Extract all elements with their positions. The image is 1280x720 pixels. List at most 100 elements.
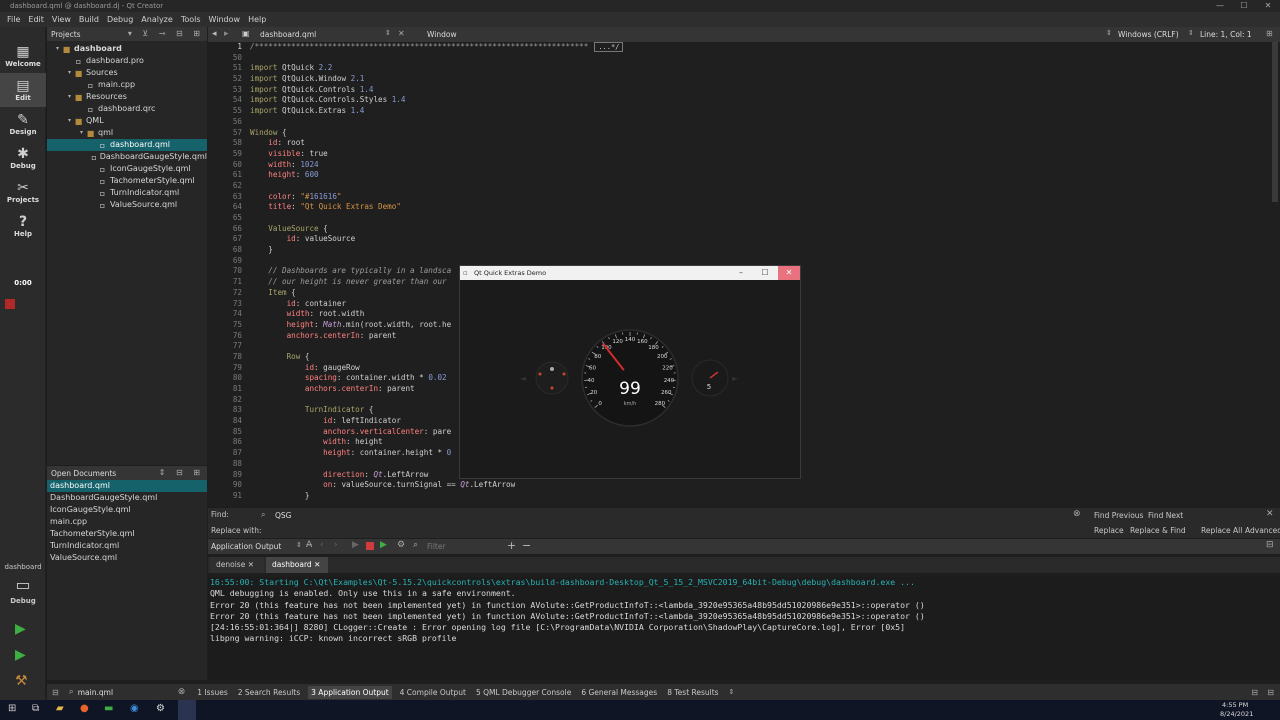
forward-icon[interactable]: ▸	[224, 29, 229, 39]
progress-toggle-icon[interactable]: ⊟	[1267, 688, 1274, 697]
build-icon[interactable]: ⚒	[15, 673, 28, 689]
app-title-bar[interactable]: ▫ Qt Quick Extras Demo – ☐ ✕	[460, 266, 800, 280]
rerun-icon[interactable]: ▶	[352, 540, 359, 550]
projects-toolbar-icons[interactable]: ▾ ⊻ ⊸ ⊟ ⊞	[128, 27, 204, 41]
tree-item[interactable]: ▫ TurnIndicator.qml	[47, 187, 207, 199]
application-output[interactable]: 16:55:00: Starting C:\Qt\Examples\Qt-5.1…	[208, 577, 1280, 681]
start-icon[interactable]: ⊞	[8, 703, 16, 714]
close-file-icon[interactable]: ✕	[398, 29, 405, 38]
qtcreator-task-icon[interactable]: ▬	[104, 703, 113, 714]
output-pane-toggle-icon[interactable]: ⊟	[1251, 688, 1258, 697]
tree-item[interactable]: ▫ IconGaugeStyle.qml	[47, 163, 207, 175]
active-app-icon[interactable]	[178, 700, 196, 720]
menu-debug[interactable]: Debug	[103, 15, 137, 24]
wrap-icon[interactable]: A̶	[306, 540, 312, 550]
tree-item[interactable]: ▫ dashboard.qrc	[47, 103, 207, 115]
open-document-item[interactable]: main.cpp	[47, 516, 207, 528]
output-combo-arrow-icon[interactable]: ⇕	[296, 541, 302, 549]
tree-item[interactable]: ▾ ■ dashboard	[47, 43, 207, 55]
status-tab-compile-output[interactable]: 4 Compile Output	[400, 688, 466, 697]
tree-item[interactable]: ▫ dashboard.pro	[47, 55, 207, 67]
chrome-icon[interactable]: ◉	[130, 703, 139, 714]
tree-item[interactable]: ▾ ■ Resources	[47, 91, 207, 103]
position-arrow-icon[interactable]: ⇕	[1188, 29, 1194, 37]
settings-icon[interactable]: ⚙	[397, 540, 405, 550]
open-document-item[interactable]: DashboardGaugeStyle.qml	[47, 492, 207, 504]
open-document-item[interactable]: TurnIndicator.qml	[47, 540, 207, 552]
run-icon[interactable]: ▶	[15, 621, 26, 637]
open-document-item[interactable]: dashboard.qml	[47, 480, 207, 492]
status-tab-test-results[interactable]: 8 Test Results	[667, 688, 718, 697]
tree-item[interactable]: ▫ ValueSource.qml	[47, 199, 207, 211]
tree-item[interactable]: ▫ dashboard.qml	[47, 139, 207, 151]
menu-analyze[interactable]: Analyze	[137, 15, 177, 24]
locator-input[interactable]: main.qml	[78, 688, 178, 697]
clear-locator-icon[interactable]: ⊗	[178, 687, 186, 697]
line-ending-combo[interactable]: Windows (CRLF)	[1118, 30, 1179, 39]
zoom-out-icon[interactable]: −	[522, 539, 531, 552]
record-icon[interactable]	[5, 299, 15, 309]
file-combo-arrow-icon[interactable]: ⇕	[385, 29, 391, 37]
monitor-icon[interactable]: ▭	[0, 575, 46, 594]
next-icon[interactable]: ›	[334, 540, 338, 550]
close-tab-icon[interactable]: ✕	[248, 560, 254, 569]
back-icon[interactable]: ◂	[212, 29, 217, 39]
tab-dashboard[interactable]: dashboard ✕	[266, 557, 328, 573]
menu-window[interactable]: Window	[205, 15, 245, 24]
tree-item[interactable]: ▫ DashboardGaugeStyle.qml	[47, 151, 207, 163]
mode-projects[interactable]: ✂ Projects	[0, 175, 46, 209]
find-input[interactable]: QSG	[275, 511, 291, 520]
editor-scrollbar[interactable]	[1272, 42, 1278, 202]
tree-item[interactable]: ▫ main.cpp	[47, 79, 207, 91]
open-document-item[interactable]: IconGaugeStyle.qml	[47, 504, 207, 516]
mode-edit[interactable]: ▤ Edit	[0, 73, 46, 107]
replace-find-button[interactable]: Replace & Find	[1130, 526, 1186, 535]
settings-app-icon[interactable]: ⚙	[156, 703, 165, 714]
mode-welcome[interactable]: ▦ Welcome	[0, 39, 46, 73]
expand-arrow-icon[interactable]: ▾	[65, 67, 74, 79]
minimize-button[interactable]: —	[1208, 0, 1232, 12]
open-docs-toolbar-icons[interactable]: ⇕ ⊟ ⊞	[159, 466, 204, 480]
status-tab-general-messages[interactable]: 6 General Messages	[581, 688, 657, 697]
task-view-icon[interactable]: ⧉	[32, 703, 39, 714]
mode-design[interactable]: ✎ Design	[0, 107, 46, 141]
menu-edit[interactable]: Edit	[24, 15, 48, 24]
open-document-item[interactable]: TachometerStyle.qml	[47, 528, 207, 540]
menu-view[interactable]: View	[48, 15, 75, 24]
replace-button[interactable]: Replace	[1094, 526, 1124, 535]
menu-help[interactable]: Help	[244, 15, 270, 24]
expand-arrow-icon[interactable]: ▾	[65, 91, 74, 103]
status-tab-issues[interactable]: 1 Issues	[197, 688, 227, 697]
sidebar-toggle-icon[interactable]: ⊟	[52, 688, 59, 697]
zoom-in-icon[interactable]: +	[507, 539, 516, 552]
tree-item[interactable]: ▾ ■ qml	[47, 127, 207, 139]
close-tab-icon[interactable]: ✕	[314, 560, 320, 569]
menu-build[interactable]: Build	[75, 15, 103, 24]
find-next-button[interactable]: Find Next	[1148, 511, 1183, 520]
editor-file-combo[interactable]: dashboard.qml	[260, 30, 316, 39]
advanced-button[interactable]: Advanced...	[1245, 526, 1280, 535]
prev-icon[interactable]: ‹	[320, 540, 324, 550]
app-window[interactable]: ▫ Qt Quick Extras Demo – ☐ ✕ ◄ 0 20 40 60 80…	[459, 265, 801, 479]
attach-run-icon[interactable]: ▶	[380, 540, 387, 550]
close-find-icon[interactable]: ✕	[1266, 509, 1274, 519]
status-tab-search-results[interactable]: 2 Search Results	[238, 688, 300, 697]
tree-item[interactable]: ▾ ■ QML	[47, 115, 207, 127]
close-button[interactable]: ✕	[1256, 0, 1280, 12]
encoding-arrow-icon[interactable]: ⇕	[1106, 29, 1112, 37]
status-tab-qml-debugger-console[interactable]: 5 QML Debugger Console	[476, 688, 571, 697]
tab-denoise[interactable]: denoise ✕	[210, 557, 264, 573]
symbol-combo[interactable]: Window	[427, 30, 457, 39]
filter-input[interactable]: Filter	[427, 542, 446, 551]
maximize-output-icon[interactable]: ⊟	[1266, 540, 1274, 550]
firefox-icon[interactable]: ●	[80, 703, 89, 714]
expand-arrow-icon[interactable]: ▾	[65, 115, 74, 127]
status-tab-application-output[interactable]: 3 Application Output	[308, 685, 392, 699]
menu-tools[interactable]: Tools	[177, 15, 205, 24]
menu-file[interactable]: File	[3, 15, 24, 24]
maximize-button[interactable]: ☐	[1232, 0, 1256, 12]
expand-arrow-icon[interactable]: ▾	[53, 43, 62, 55]
debug-run-icon[interactable]: ▶	[15, 647, 26, 663]
open-document-item[interactable]: ValueSource.qml	[47, 552, 207, 564]
tree-item[interactable]: ▾ ■ Sources	[47, 67, 207, 79]
